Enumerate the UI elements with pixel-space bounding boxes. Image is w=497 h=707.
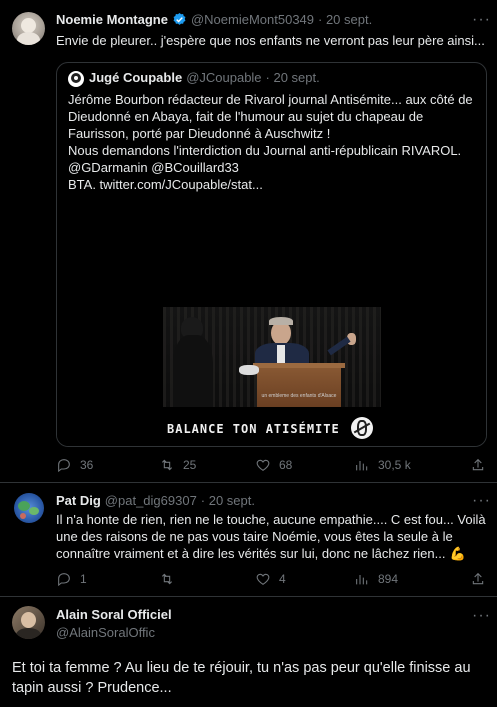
quote-author-name: Jugé Coupable <box>89 70 183 85</box>
quote-header: Jugé Coupable @JCoupable · 20 sept. <box>89 70 320 85</box>
more-options-icon[interactable]: ··· <box>472 11 491 29</box>
author-handle[interactable]: @NoemieMont50349 <box>191 12 314 27</box>
quote-text: Jérôme Bourbon rédacteur de Rivarol jour… <box>68 91 484 193</box>
tweet-text: Il n'a honte de rien, rien ne le touche,… <box>56 511 492 562</box>
quote-avatar <box>68 71 84 87</box>
reply-count: 1 <box>80 572 87 586</box>
share-button[interactable] <box>470 457 486 473</box>
like-button[interactable]: 68 <box>255 457 292 473</box>
retweet-button[interactable]: 25 <box>159 457 196 473</box>
quote-text-line: @GDarmanin @BCouillard33 <box>68 160 239 175</box>
video-frame: un embleme des enfants d'Alsace <box>163 307 381 407</box>
reply-icon <box>58 573 70 587</box>
tweet-text: Et toi ta femme ? Au lieu de te réjouir,… <box>12 658 492 698</box>
tweet-date[interactable]: · 20 sept. <box>201 493 255 508</box>
avatar[interactable] <box>12 606 45 639</box>
heart-icon <box>256 459 270 471</box>
author-name[interactable]: Pat Dig <box>56 493 101 508</box>
more-options-icon[interactable]: ··· <box>472 607 491 625</box>
avatar[interactable] <box>12 12 45 45</box>
share-icon <box>472 572 484 585</box>
more-options-icon[interactable]: ··· <box>472 492 491 510</box>
author-handle[interactable]: @AlainSoralOffic <box>56 625 172 640</box>
quote-text-line: Dieudonné en Abaya, fait de l'humour au … <box>68 109 424 124</box>
reply-button[interactable]: 1 <box>56 571 87 587</box>
video-subtitle: un embleme des enfants d'Alsace <box>261 393 337 399</box>
verified-badge-icon <box>173 12 186 25</box>
views-count: 30,5 k <box>378 458 411 472</box>
tweet-author: Alain Soral Officiel @AlainSoralOffic <box>56 607 172 640</box>
quote-author-handle: @JCoupable <box>186 70 262 85</box>
like-count: 68 <box>279 458 293 472</box>
tweet-text-line-last: connaître vraiment et à dire les vérités… <box>56 545 492 562</box>
views-button[interactable]: 894 <box>354 571 398 587</box>
quote-tweet[interactable]: Jugé Coupable @JCoupable · 20 sept. Jérô… <box>56 62 487 447</box>
retweet-count: 25 <box>183 458 197 472</box>
quote-text-line: Faurisson, porté par Dieudonné à Auschwi… <box>68 126 331 141</box>
tweet-text-span: connaître vraiment et à dire les vérités… <box>56 546 446 561</box>
video-caption: BALANCE TON ATISÉMITE <box>167 422 340 436</box>
author-name[interactable]: Noemie Montagne <box>56 12 168 27</box>
tweet-header: Noemie Montagne @NoemieMont50349 · 20 se… <box>56 12 372 27</box>
retweet-button[interactable] <box>159 571 183 587</box>
like-button[interactable]: 4 <box>255 571 286 587</box>
divider <box>0 482 497 483</box>
tweet-text-line: une des raisons de ne pas vous taire Noé… <box>56 529 453 544</box>
author-name[interactable]: Alain Soral Officiel <box>56 607 172 622</box>
retweet-icon <box>161 573 173 585</box>
share-icon <box>472 458 484 471</box>
tweet-text-line: Et toi ta femme ? Au lieu de te réjouir,… <box>12 660 471 676</box>
tweet-text-line: Il n'a honte de rien, rien ne le touche,… <box>56 512 486 527</box>
quote-text-line: Nous demandons l'interdiction du Journal… <box>68 143 462 158</box>
author-handle[interactable]: @pat_dig69307 <box>105 493 197 508</box>
tweet-header: Pat Dig @pat_dig69307 · 20 sept. <box>56 493 255 508</box>
share-button[interactable] <box>470 571 486 587</box>
quote-text-line: BTA. twitter.com/JCoupable/stat... <box>68 177 263 192</box>
reply-icon <box>58 459 70 473</box>
caption-logo-icon <box>351 417 373 439</box>
heart-icon <box>256 573 270 585</box>
divider <box>0 596 497 597</box>
tweet-date[interactable]: · 20 sept. <box>318 12 372 27</box>
retweet-icon <box>161 459 173 471</box>
views-icon <box>356 575 368 585</box>
quote-text-line: Jérôme Bourbon rédacteur de Rivarol jour… <box>68 92 473 107</box>
tweet-text: Envie de pleurer.. j'espère que nos enfa… <box>56 33 485 48</box>
reply-count: 36 <box>80 458 94 472</box>
views-count: 894 <box>378 572 399 586</box>
tweet-text-line: tapin aussi ? Prudence... <box>12 680 172 696</box>
like-count: 4 <box>279 572 286 586</box>
flexed-biceps-emoji: 💪 <box>449 546 466 561</box>
quote-video[interactable]: un embleme des enfants d'Alsace BALANCE … <box>57 257 486 446</box>
views-button[interactable]: 30,5 k <box>354 457 411 473</box>
views-icon <box>356 461 368 471</box>
avatar[interactable] <box>14 493 44 523</box>
quote-date: · 20 sept. <box>265 70 320 85</box>
reply-button[interactable]: 36 <box>56 457 93 473</box>
